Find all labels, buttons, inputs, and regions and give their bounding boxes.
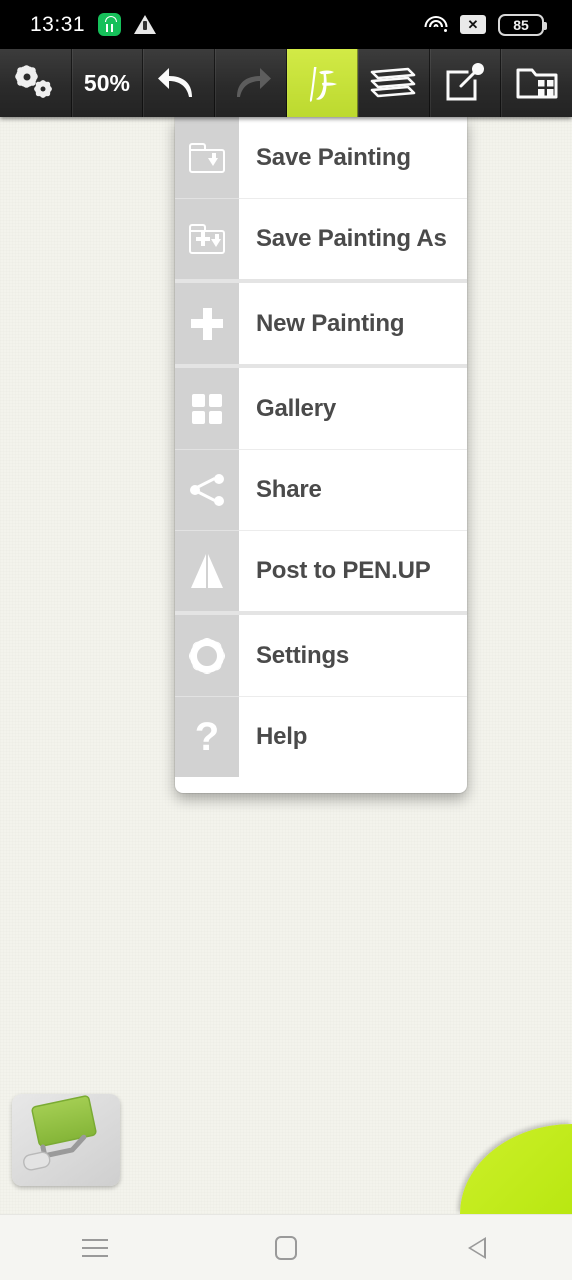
undo-icon [157,68,192,97]
home-icon [274,1235,297,1260]
folder-save-as-icon [175,198,239,279]
export-icon [446,63,485,101]
status-bar-right: ✕ 85 [423,13,547,36]
battery-level-label: 85 [513,16,529,33]
menu-item-label: Save Painting As [256,224,447,252]
layers-icon [371,67,416,98]
layers-button[interactable] [358,49,430,117]
recent-apps-button[interactable] [60,1223,130,1273]
app-screen: 13:31 ✕ 85 50% Save Painting Save Painti… [0,0,572,1280]
menu-item-label: New Painting [256,309,405,337]
recent-apps-icon [82,1238,109,1257]
menu-group-save: Save Painting Save Painting As [175,117,467,279]
status-bar-clock: 13:31 [30,12,86,36]
export-button[interactable] [429,49,502,117]
menu-item-label: Help [256,722,308,750]
menu-item-label: Post to PEN.UP [256,556,431,584]
redo-icon [237,68,272,97]
folder-save-icon [175,117,239,198]
main-menu-panel: Save Painting Save Painting As New Paint… [175,117,467,793]
brush-icon [309,67,337,102]
warning-icon [134,15,157,34]
zoom-level-button[interactable]: 50% [71,49,144,117]
menu-item-help[interactable]: ? Help [175,696,467,777]
penup-icon [175,530,239,611]
folder-menu-icon [516,68,558,99]
share-icon [175,449,239,530]
redo-button[interactable] [214,49,287,117]
paint-roller-icon [23,1095,97,1171]
folder-menu-button[interactable] [501,49,572,117]
menu-item-label: Share [256,475,322,503]
battery-icon: 85 [498,13,547,36]
zoom-level-label: 50% [83,69,130,96]
grid-icon [175,368,239,449]
menu-group-new: New Painting [175,279,467,364]
settings-gears-icon [15,66,55,100]
app-toolbar: 50% [0,49,572,117]
menu-group-system: Settings ? Help [175,611,467,777]
menu-item-label: Gallery [256,394,336,422]
settings-gears-button[interactable] [0,49,72,117]
brush-tool-button[interactable] [286,49,359,117]
paint-roller-tool-button[interactable] [12,1094,120,1186]
undo-button[interactable] [143,49,215,117]
menu-item-label: Save Painting [256,143,411,171]
no-sim-icon: ✕ [460,15,486,34]
wifi-icon [423,15,448,34]
gear-icon [175,615,239,696]
question-mark-icon: ? [175,696,239,777]
menu-item-save-painting-as[interactable]: Save Painting As [175,198,467,279]
android-nav-bar [0,1214,572,1280]
menu-item-post-to-penup[interactable]: Post to PEN.UP [175,530,467,611]
plus-icon [175,283,239,364]
menu-item-label: Settings [256,641,350,669]
home-button[interactable] [251,1223,321,1273]
status-bar: 13:31 ✕ 85 [0,0,572,49]
menu-item-gallery[interactable]: Gallery [175,368,467,449]
menu-item-share[interactable]: Share [175,449,467,530]
store-icon [98,13,122,36]
menu-item-new-painting[interactable]: New Painting [175,283,467,364]
back-icon [466,1235,487,1261]
menu-item-save-painting[interactable]: Save Painting [175,117,467,198]
status-bar-left: 13:31 [30,12,157,37]
menu-group-content: Gallery Share Post to PEN.UP [175,364,467,611]
menu-item-settings[interactable]: Settings [175,615,467,696]
back-button[interactable] [442,1223,512,1273]
